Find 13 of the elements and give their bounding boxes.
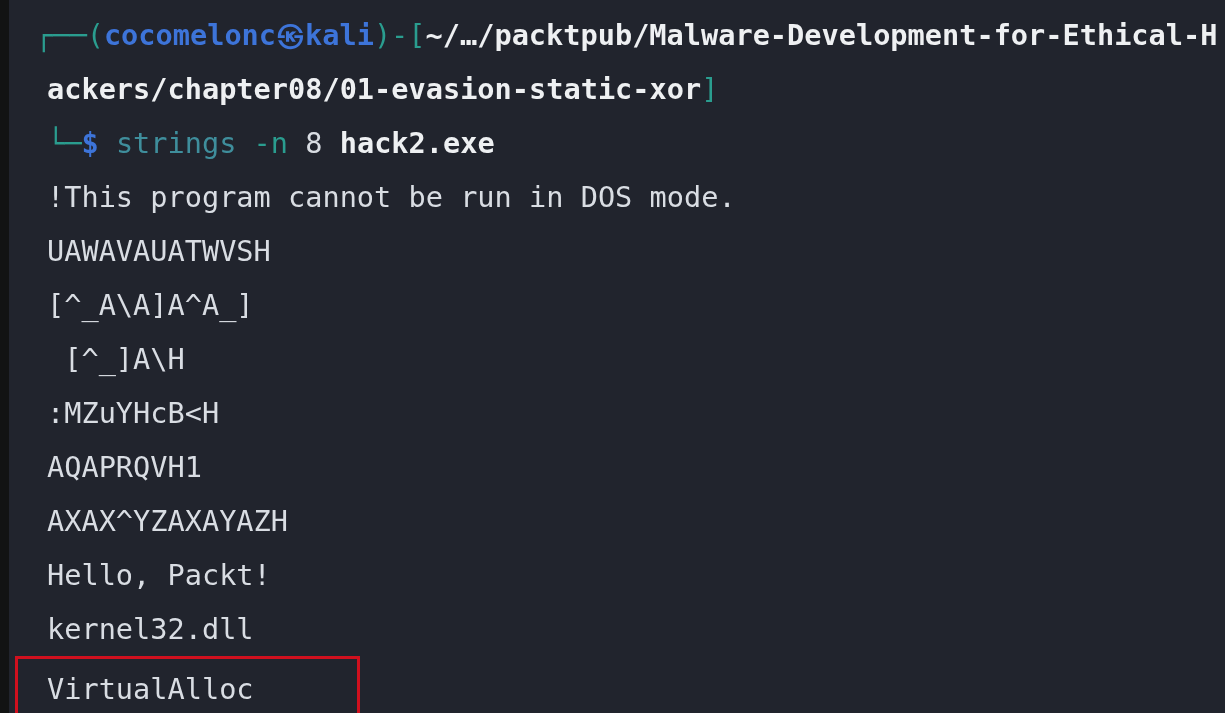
output-line: !This program cannot be run in DOS mode.	[46, 179, 737, 216]
output-line: AQAPRQVH1	[46, 449, 203, 486]
prompt-header: ┌──(cocomelonc㉿kali)-[~/…/packtpub/Malware-Development-for-Ethical-H	[34, 17, 1219, 55]
output-line: [^_]A\H	[63, 341, 186, 378]
output-line: UAWAVAUATWVSH	[46, 233, 272, 270]
output-line: VirtualAlloc	[47, 671, 255, 708]
output-line: kernel32.dll	[46, 611, 255, 648]
output-line: :MZuYHcB<H	[46, 395, 221, 432]
output-line: Hello, Packt!	[46, 557, 272, 594]
output-line: [^_A\A]A^A_]	[46, 287, 255, 324]
output-line: AXAX^YZAXAYAZH	[46, 503, 289, 540]
command-line: └─$ strings -n 8 hack2.exe	[46, 125, 496, 162]
prompt-path: ackers/chapter08/01-evasion-static-xor]	[46, 71, 720, 108]
